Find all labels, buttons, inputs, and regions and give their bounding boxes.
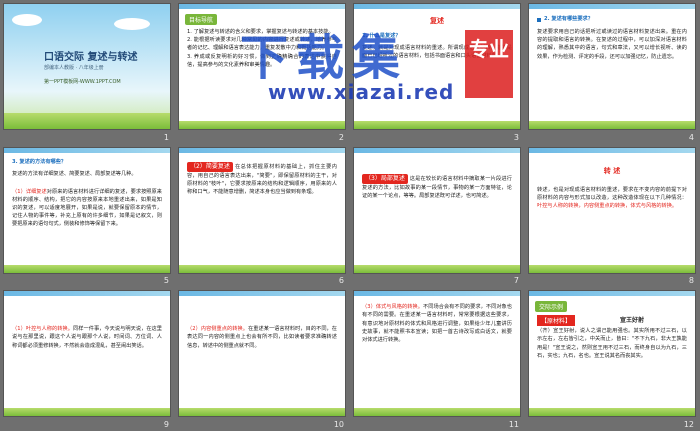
slide-cell-4: 2. 复述有哪些要求？ 复述要求用自己的话把听过或读过的语言材料复述出来。重在内… — [525, 0, 700, 144]
slide-body: 复述要求用自己的话把听过或读过的语言材料复述出来。重在内容的提取和语言的转换。在… — [537, 29, 687, 60]
grass-decoration — [4, 113, 170, 129]
slide-thumbnail-11[interactable]: （3）体式与风格的转换。不同场合会有不同的要求，不同对象也有不同的需要。在重述某… — [354, 291, 520, 417]
slide-intro: 复述的方法有详细复述、简要复述、局部复述等几种。 — [12, 170, 137, 177]
slide-heading: 转 述 — [603, 166, 621, 175]
slide-number: 4 — [688, 132, 694, 142]
watermark-text: 下载集 — [240, 30, 409, 86]
method-label: （1）叶控与人称的转换。 — [12, 326, 73, 333]
slide-number: 5 — [163, 276, 169, 286]
slide-thumbnail-5[interactable]: 3. 复述的方法有哪些？ 复述的方法有详细复述、简要复述、局部复述等几种。 （1… — [4, 147, 170, 273]
slide-number: 12 — [683, 419, 694, 429]
slide-cell-8: 转 述 转述，也是对现成语言材料的重述，要求在不变内容的前提下对原材料的内容与形… — [525, 144, 700, 288]
cover-title: 口语交际 复述与转述 — [44, 52, 138, 63]
slide-cell-1: 口语交际 复述与转述 部编本人教版 · 八年级上册 第一PPT模板网-WWW.1… — [0, 0, 175, 144]
slide-cell-12: 交际示例 【原材料】 宣王好射 （齐）宣王好射，说人之谓己能用强也。其实所用不过… — [525, 287, 700, 431]
slide-thumbnail-8[interactable]: 转 述 转述，也是对现成语言材料的重述，要求在不变内容的前提下对原材料的内容与形… — [529, 147, 695, 273]
watermark-badge: 专业 — [465, 30, 513, 98]
slide-number: 7 — [513, 276, 519, 286]
section-badge: 目标导航 — [185, 14, 218, 25]
slide-thumbnail-4[interactable]: 2. 复述有哪些要求？ 复述要求用自己的话把听过或读过的语言材料复述出来。重在内… — [529, 4, 695, 129]
slide-number: 11 — [508, 419, 519, 429]
slide-number: 6 — [338, 276, 344, 286]
slide-number: 1 — [163, 132, 169, 142]
slide-thumbnail-10[interactable]: （2）内容侧重点的转换。在重述某一语言材料时，目的不同，在表达同一内容的侧重点上… — [179, 291, 345, 417]
slide-cell-6: （2）简要复述 在总体把握原材料的基础上，抓住主要内容，用自己的语言表达出来，"… — [175, 144, 350, 288]
slide-thumbnail-7[interactable]: （3）局部复述 这是在较长的语言材料中摘取某一片段进行复述的方法，比如故事的某一… — [354, 147, 520, 273]
slide-thumbnail-12[interactable]: 交际示例 【原材料】 宣王好射 （齐）宣王好射，说人之谓己能用强也。其实所用不过… — [529, 291, 695, 417]
slide-thumbnail-1[interactable]: 口语交际 复述与转述 部编本人教版 · 八年级上册 第一PPT模板网-WWW.1… — [4, 4, 170, 129]
cover-subtitle: 部编本人教版 · 八年级上册 — [44, 65, 104, 71]
slide-cell-5: 3. 复述的方法有哪些？ 复述的方法有详细复述、简要复述、局部复述等几种。 （1… — [0, 144, 175, 288]
watermark-url: www.xiazai.red — [268, 80, 455, 104]
slide-cell-10: （2）内容侧重点的转换。在重述某一语言材料时，目的不同，在表达同一内容的侧重点上… — [175, 287, 350, 431]
slide-cell-7: （3）局部复述 这是在较长的语言材料中摘取某一片段进行复述的方法，比如故事的某一… — [350, 144, 525, 288]
slide-number: 10 — [333, 419, 344, 429]
slide-heading: 2. 复述有哪些要求？ — [544, 16, 593, 22]
method-label: （3）体式与风格的转换。 — [362, 304, 423, 311]
slide-thumbnail-6[interactable]: （2）简要复述 在总体把握原材料的基础上，抓住主要内容，用自己的语言表达出来，"… — [179, 147, 345, 273]
highlight-text: 叶控与人称的转换，内容侧重点的转换，体式与风格的转换。 — [537, 203, 678, 209]
slide-thumbnail-9[interactable]: （1）叶控与人称的转换。同样一件事，今天说与明天说，在这里说与在那里说，跟这个人… — [4, 291, 170, 417]
method-label: （2）简要复述 — [187, 161, 233, 172]
slide-number: 9 — [163, 419, 169, 429]
method-label: （3）局部复述 — [362, 173, 408, 184]
slide-cell-11: （3）体式与风格的转换。不同场合会有不同的要求，不同对象也有不同的需要。在重述某… — [350, 287, 525, 431]
section-badge: 交际示例 — [535, 301, 568, 313]
slide-body: 转述，也是对现成语言材料的重述，要求在不变内容的前提下对原材料的内容与形式加以改… — [537, 186, 687, 201]
slide-number: 2 — [338, 132, 344, 142]
slide-heading: 3. 复述的方法有哪些？ — [12, 158, 67, 165]
cover-site: 第一PPT模板网-WWW.1PPT.COM — [44, 79, 121, 85]
method-label: （1）详细复述 — [12, 188, 47, 195]
slide-number: 8 — [688, 276, 694, 286]
slide-cell-9: （1）叶控与人称的转换。同样一件事，今天说与明天说，在这里说与在那里说，跟这个人… — [0, 287, 175, 431]
poem-title: 宣王好射 — [619, 317, 644, 325]
slide-number: 3 — [513, 132, 519, 142]
method-label: （2）内容侧重点的转换。 — [187, 326, 248, 333]
slide-body: （齐）宣王好射，说人之谓己能用强也。其实所用不过三石，以示左右，左右皆引之，中关… — [537, 328, 687, 359]
